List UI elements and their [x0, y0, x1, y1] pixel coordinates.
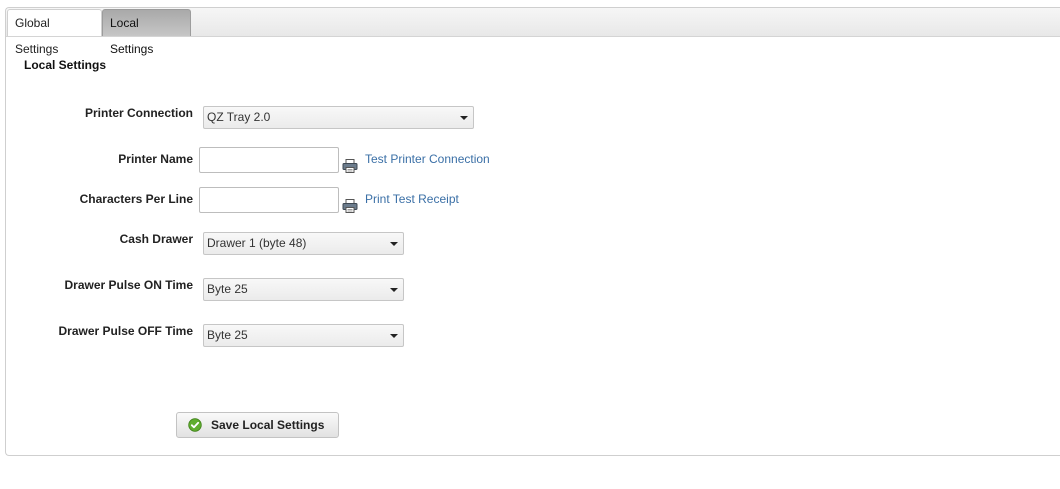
section-title: Local Settings: [24, 58, 107, 72]
printer-name-input[interactable]: [199, 147, 339, 173]
printer-connection-value: QZ Tray 2.0: [207, 110, 271, 124]
drawer-pulse-on-select[interactable]: Byte 25: [203, 278, 404, 301]
characters-per-line-label: Characters Per Line: [79, 192, 193, 206]
drawer-pulse-off-value: Byte 25: [207, 328, 248, 342]
save-local-settings-button[interactable]: Save Local Settings: [176, 412, 339, 438]
tab-global-settings[interactable]: Global Settings: [7, 9, 102, 56]
printer-icon[interactable]: [342, 198, 358, 214]
printer-name-label: Printer Name: [118, 152, 193, 166]
drawer-pulse-on-value: Byte 25: [207, 282, 248, 296]
chevron-down-icon: [390, 288, 398, 292]
print-test-receipt-link[interactable]: Print Test Receipt: [365, 192, 459, 206]
settings-panel: Global Settings Local Settings Local Set…: [5, 7, 1060, 456]
test-printer-connection-link[interactable]: Test Printer Connection: [365, 152, 490, 166]
printer-icon[interactable]: [342, 158, 358, 174]
printer-connection-label: Printer Connection: [84, 106, 193, 120]
cash-drawer-label: Cash Drawer: [119, 232, 193, 246]
drawer-pulse-off-select[interactable]: Byte 25: [203, 324, 404, 347]
tab-local-settings[interactable]: Local Settings: [102, 9, 191, 56]
drawer-pulse-on-label: Drawer Pulse ON Time: [64, 278, 194, 292]
drawer-pulse-off-label: Drawer Pulse OFF Time: [58, 324, 194, 338]
printer-connection-select[interactable]: QZ Tray 2.0: [203, 106, 474, 129]
save-button-label: Save Local Settings: [211, 418, 325, 432]
chevron-down-icon: [460, 116, 468, 120]
chevron-down-icon: [390, 242, 398, 246]
cash-drawer-select[interactable]: Drawer 1 (byte 48): [203, 232, 404, 255]
tab-bar: Global Settings Local Settings: [6, 8, 1060, 56]
chevron-down-icon: [390, 334, 398, 338]
cash-drawer-value: Drawer 1 (byte 48): [207, 236, 307, 250]
characters-per-line-input[interactable]: [199, 187, 339, 213]
check-circle-icon: [188, 418, 202, 432]
